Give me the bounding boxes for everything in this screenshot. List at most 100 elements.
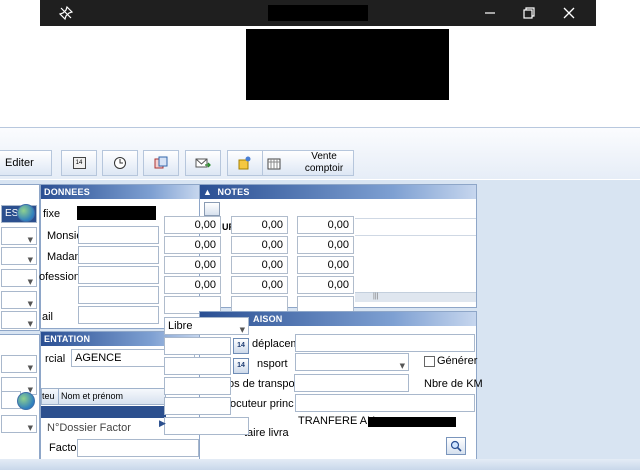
redacted-phone xyxy=(77,206,156,220)
chevron-down-icon: ▼ xyxy=(27,256,33,264)
amount-cell[interactable]: 0,00 xyxy=(164,236,221,254)
left-combo-5[interactable]: ▼ xyxy=(1,311,37,329)
livraison-title: AISON xyxy=(253,314,283,324)
date-field-2[interactable] xyxy=(164,357,231,375)
chevron-down-icon: ▼ xyxy=(27,278,33,286)
clock-icon xyxy=(114,157,126,169)
notes-title: NOTES xyxy=(217,187,250,197)
expand-arrow-icon[interactable]: ▶ xyxy=(159,418,166,429)
amount-cell[interactable]: 0,00 xyxy=(164,256,221,274)
collapse-arrow-icon[interactable]: ▲ xyxy=(203,187,218,197)
left-lower-combo-1[interactable]: ▼ xyxy=(1,355,37,373)
edit-button-label: Editer xyxy=(5,157,34,169)
amount-cell[interactable]: 0,00 xyxy=(231,256,288,274)
fixe-label: fixe xyxy=(43,208,61,220)
madame-field[interactable] xyxy=(78,246,159,264)
chevron-down-icon: ▼ xyxy=(27,364,33,372)
popup-field-5[interactable] xyxy=(164,417,249,435)
popup-field-4[interactable] xyxy=(164,397,231,415)
amount-cell[interactable]: 0,00 xyxy=(231,276,288,294)
tag-icon xyxy=(238,156,251,170)
edit-button[interactable]: Editer xyxy=(0,150,52,176)
livraison-type-combo[interactable]: Libre ▼ xyxy=(164,317,249,335)
notes-scrollbar[interactable]: ||| xyxy=(355,292,476,302)
amount-cell[interactable]: 0,00 xyxy=(297,256,354,274)
email-label: ail xyxy=(42,311,54,323)
amount-cell[interactable]: 0,00 xyxy=(164,216,221,234)
popup-field-3[interactable] xyxy=(164,377,231,395)
factor-label: Factor xyxy=(49,442,81,454)
transport-combo[interactable]: ▼ xyxy=(295,353,409,371)
amount-cell[interactable]: 0,00 xyxy=(231,236,288,254)
amount-cell[interactable]: 0,00 xyxy=(297,236,354,254)
pin-icon[interactable] xyxy=(46,0,86,26)
commercial-label: rcial xyxy=(45,353,66,365)
amount-grid: 0,00 0,00 0,00 0,00 0,00 0,00 0,00 0,00 … xyxy=(164,216,354,316)
register-icon xyxy=(267,158,281,170)
nom-prenom-header-row: teu Nom et prénom xyxy=(41,388,166,405)
amount-cell[interactable]: 0,00 xyxy=(297,276,354,294)
transport-label: nsport xyxy=(257,358,288,370)
dossier-factor-label: N°Dossier Factor xyxy=(47,422,131,434)
amount-cell[interactable]: 0,00 xyxy=(231,216,288,234)
professionnel-field[interactable] xyxy=(78,266,159,284)
calendar-icon[interactable]: 14 xyxy=(233,358,249,374)
tags-button[interactable] xyxy=(227,150,263,176)
window-titlebar xyxy=(40,0,596,26)
nbre-km-label: Nbre de KM xyxy=(424,378,483,390)
status-strip xyxy=(0,459,640,470)
amount-cell[interactable]: 0,00 xyxy=(297,216,354,234)
chevron-down-icon: ▼ xyxy=(27,320,33,328)
left-combo-4[interactable]: ▼ xyxy=(1,291,37,309)
minimize-icon[interactable] xyxy=(470,0,510,26)
calendar-icon: 14 xyxy=(72,157,86,169)
documents-icon xyxy=(154,156,168,169)
selected-row[interactable] xyxy=(41,406,166,418)
clock-button[interactable] xyxy=(102,150,138,176)
vente-comptoir-button[interactable]: Vente comptoir xyxy=(262,150,354,176)
deplacement-label: déplacem xyxy=(252,338,300,350)
madame-label: Madan xyxy=(47,251,81,263)
interlocuteur-label: ocuteur princ xyxy=(230,398,294,410)
restore-icon[interactable] xyxy=(509,0,549,26)
search-button[interactable] xyxy=(446,437,466,455)
documents-button[interactable] xyxy=(143,150,179,176)
chevron-down-icon: ▼ xyxy=(239,326,245,334)
left-combo-1[interactable]: ▼ xyxy=(1,227,37,245)
frais-transport-overlay-field[interactable] xyxy=(294,374,409,392)
toolbar-divider xyxy=(0,127,640,128)
livraison-type-value: Libre xyxy=(168,320,193,332)
chevron-down-icon: ▼ xyxy=(27,300,33,308)
col-header-fragment: teu xyxy=(42,391,55,401)
left-lower-combo-3[interactable]: ▼ xyxy=(1,415,37,433)
deplacement-field[interactable] xyxy=(295,334,475,352)
globe-icon[interactable] xyxy=(17,392,35,410)
send-mail-button[interactable] xyxy=(185,150,221,176)
extra-field[interactable] xyxy=(78,286,159,304)
monsieur-field[interactable] xyxy=(78,226,159,244)
notes-edit-icon[interactable] xyxy=(204,202,220,216)
scroll-grip-icon: ||| xyxy=(373,293,379,300)
vente-comptoir-label: Vente comptoir xyxy=(304,151,344,174)
notes-header: ▲ NOTES xyxy=(200,185,476,199)
calendar-icon[interactable]: 14 xyxy=(233,338,249,354)
interlocuteur-field[interactable] xyxy=(295,394,475,412)
commentaire-value: TRANFERE AU xyxy=(298,415,376,427)
notes-grid-line xyxy=(355,218,476,236)
calendar-button[interactable]: 14 xyxy=(61,150,97,176)
redacted-logo xyxy=(246,29,449,100)
generer-checkbox[interactable] xyxy=(424,356,435,367)
factor-field[interactable] xyxy=(77,439,199,457)
date-field-1[interactable] xyxy=(164,337,231,355)
redacted-window-title xyxy=(268,5,368,21)
globe-icon[interactable] xyxy=(17,204,35,222)
redacted-recipient xyxy=(368,417,456,427)
email-field[interactable] xyxy=(78,306,159,324)
frais-transport-label: os de transpo xyxy=(228,378,295,390)
left-combo-3[interactable]: ▼ xyxy=(1,269,37,287)
close-icon[interactable] xyxy=(549,0,589,26)
left-combo-2[interactable]: ▼ xyxy=(1,247,37,265)
amount-cell[interactable]: 0,00 xyxy=(164,276,221,294)
chevron-down-icon: ▼ xyxy=(27,424,33,432)
chevron-down-icon: ▼ xyxy=(399,362,405,370)
